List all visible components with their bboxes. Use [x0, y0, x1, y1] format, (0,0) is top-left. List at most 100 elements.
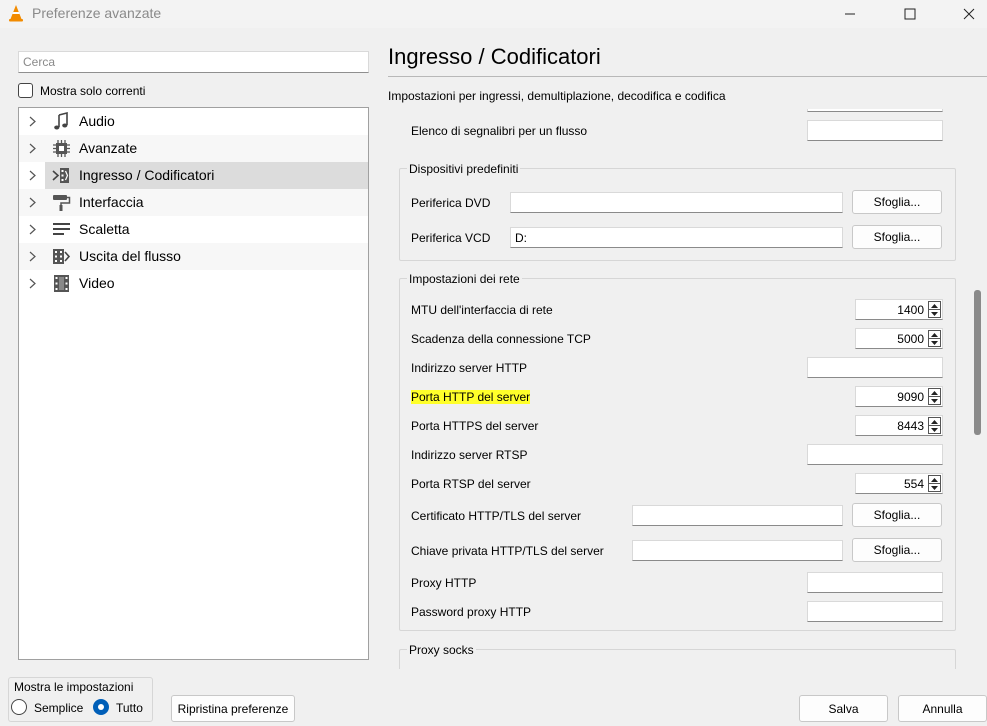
https-port-spinbox[interactable]: 8443	[855, 415, 943, 436]
all-radio[interactable]	[93, 699, 109, 715]
stream-output-icon	[53, 249, 71, 264]
http-host-field[interactable]	[807, 357, 943, 378]
tls-key-browse-button[interactable]: Sfoglia...	[852, 538, 942, 562]
tcp-timeout-spinbox[interactable]: 5000	[855, 328, 943, 349]
settings-scroll-area[interactable]: Elenco di segnalibri per un flusso Dispo…	[388, 109, 987, 669]
http-proxy-password-label: Password proxy HTTP	[411, 605, 532, 619]
http-port-value: 9090	[897, 390, 924, 404]
socks-group-title: Proxy socks	[407, 643, 476, 657]
http-port-spinbox[interactable]: 9090	[855, 386, 943, 407]
spin-down-icon[interactable]	[929, 310, 940, 318]
tree-item-video[interactable]: Video	[19, 270, 368, 297]
tls-key-field[interactable]	[632, 540, 843, 561]
chevron-right-icon[interactable]	[27, 251, 37, 262]
tree-item-label: Ingresso / Codificatori	[79, 167, 215, 183]
close-button[interactable]	[946, 0, 987, 28]
spin-up-icon[interactable]	[929, 476, 940, 484]
simple-radio[interactable]	[11, 699, 27, 715]
https-port-label: Porta HTTPS del server	[411, 419, 539, 433]
spin-arrows[interactable]	[928, 301, 941, 318]
chevron-right-icon[interactable]	[27, 170, 37, 181]
chevron-right-icon[interactable]	[27, 224, 37, 235]
tree-item-label: Uscita del flusso	[79, 248, 181, 264]
http-proxy-label: Proxy HTTP	[411, 576, 477, 590]
rtsp-port-value: 554	[903, 477, 924, 491]
vcd-browse-button[interactable]: Sfoglia...	[852, 225, 942, 249]
chevron-right-icon[interactable]	[27, 197, 37, 208]
spin-down-icon[interactable]	[929, 484, 940, 492]
maximize-button[interactable]	[887, 0, 933, 28]
category-tree[interactable]: Audio Avanzate Ingresso / Codificatori I…	[18, 107, 369, 660]
all-radio-label: Tutto	[116, 701, 143, 715]
rtsp-host-field[interactable]	[807, 444, 943, 465]
dvd-device-label: Periferica DVD	[411, 196, 491, 210]
tree-item-label: Avanzate	[79, 140, 138, 156]
playlist-icon	[53, 223, 70, 235]
vlc-cone-icon	[9, 5, 23, 22]
http-host-label: Indirizzo server HTTP	[411, 361, 528, 375]
input-codec-icon	[52, 168, 69, 183]
tree-item-label: Video	[79, 275, 115, 291]
cutoff-field[interactable]	[807, 109, 943, 112]
save-button[interactable]: Salva	[799, 695, 888, 722]
tree-item-label: Audio	[79, 113, 115, 129]
spin-down-icon[interactable]	[929, 339, 940, 347]
vcd-device-field[interactable]: D:	[510, 227, 843, 248]
tree-item-label: Interfaccia	[79, 194, 144, 210]
tls-cert-label: Certificato HTTP/TLS del server	[411, 509, 582, 523]
spin-down-icon[interactable]	[929, 397, 940, 405]
mtu-spinbox[interactable]: 1400	[855, 299, 943, 320]
only-current-label: Mostra solo correnti	[40, 84, 146, 98]
minimize-button[interactable]	[827, 0, 873, 28]
socks-group	[399, 649, 956, 669]
search-input[interactable]	[18, 51, 369, 73]
vertical-scrollbar[interactable]	[974, 290, 981, 435]
reset-preferences-button[interactable]: Ripristina preferenze	[171, 695, 295, 722]
maximize-icon	[904, 8, 916, 20]
tcp-timeout-label: Scadenza della connessione TCP	[411, 332, 591, 346]
spin-arrows[interactable]	[928, 330, 941, 347]
tree-item-ingresso-codificatori[interactable]: Ingresso / Codificatori	[19, 162, 368, 189]
bookmarks-field[interactable]	[807, 120, 943, 141]
bookmarks-label: Elenco di segnalibri per un flusso	[411, 124, 588, 138]
spin-up-icon[interactable]	[929, 418, 940, 426]
spin-arrows[interactable]	[928, 388, 941, 405]
tree-item-audio[interactable]: Audio	[19, 108, 368, 135]
window-title: Preferenze avanzate	[32, 5, 162, 21]
tree-item-label: Scaletta	[79, 221, 130, 237]
dvd-device-field[interactable]	[510, 192, 843, 213]
tree-item-uscita-del-flusso[interactable]: Uscita del flusso	[19, 243, 368, 270]
spin-arrows[interactable]	[928, 417, 941, 434]
tree-item-scaletta[interactable]: Scaletta	[19, 216, 368, 243]
rtsp-port-spinbox[interactable]: 554	[855, 473, 943, 494]
rtsp-host-label: Indirizzo server RTSP	[411, 448, 528, 462]
cancel-button[interactable]: Annulla	[898, 695, 987, 722]
minimize-icon	[845, 13, 855, 15]
devices-group-title: Dispositivi predefiniti	[407, 162, 521, 176]
spin-up-icon[interactable]	[929, 389, 940, 397]
mtu-label: MTU dell'interfaccia di rete	[411, 303, 553, 317]
chip-icon	[53, 140, 70, 157]
close-icon	[963, 8, 975, 20]
title-divider	[388, 76, 987, 77]
vcd-device-label: Periferica VCD	[411, 231, 491, 245]
tls-cert-field[interactable]	[632, 505, 843, 526]
chevron-right-icon[interactable]	[27, 116, 37, 127]
http-port-label: Porta HTTP del server	[411, 390, 531, 404]
mtu-value: 1400	[897, 303, 924, 317]
spin-arrows[interactable]	[928, 475, 941, 492]
page-description: Impostazioni per ingressi, demultiplazio…	[388, 89, 726, 103]
http-proxy-password-field[interactable]	[807, 601, 943, 622]
https-port-value: 8443	[897, 419, 924, 433]
tree-item-interfaccia[interactable]: Interfaccia	[19, 189, 368, 216]
only-current-checkbox[interactable]	[18, 83, 33, 98]
spin-down-icon[interactable]	[929, 426, 940, 434]
dvd-browse-button[interactable]: Sfoglia...	[852, 190, 942, 214]
chevron-right-icon[interactable]	[27, 278, 37, 289]
spin-up-icon[interactable]	[929, 302, 940, 310]
chevron-right-icon[interactable]	[27, 143, 37, 154]
spin-up-icon[interactable]	[929, 331, 940, 339]
tls-cert-browse-button[interactable]: Sfoglia...	[852, 503, 942, 527]
http-proxy-field[interactable]	[807, 572, 943, 593]
tree-item-avanzate[interactable]: Avanzate	[19, 135, 368, 162]
